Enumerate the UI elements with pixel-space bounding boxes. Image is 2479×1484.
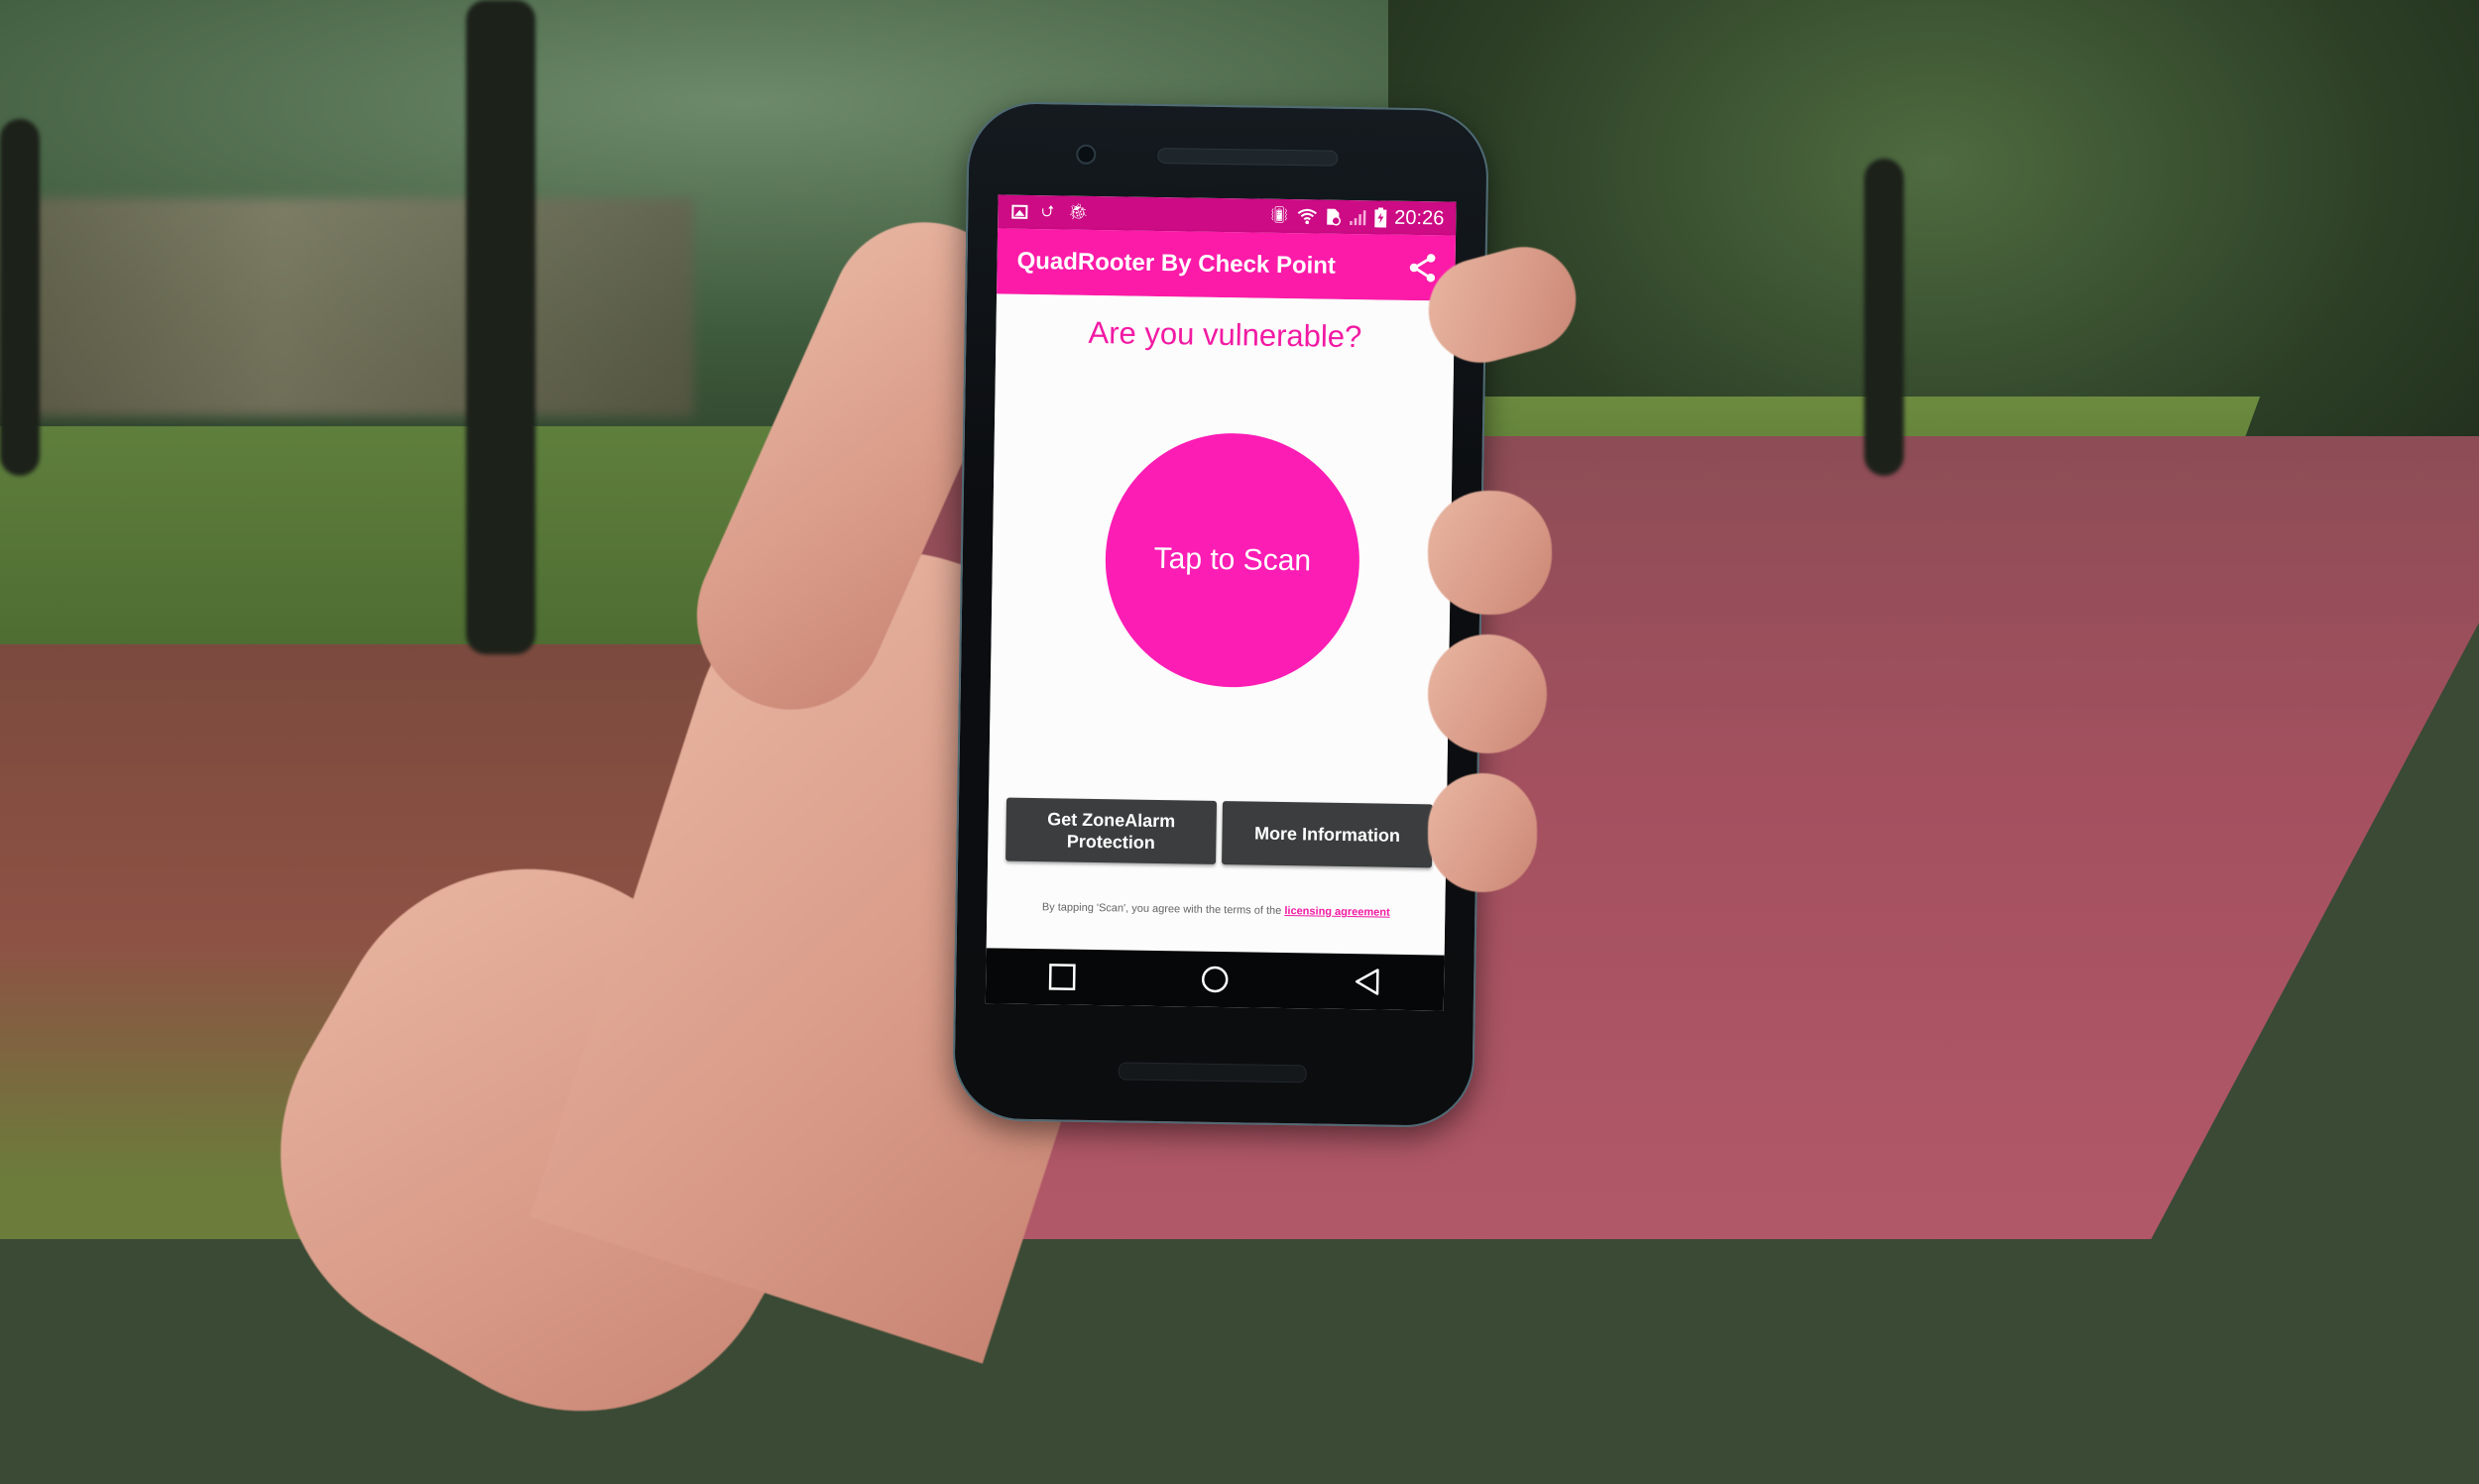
recents-icon (1048, 964, 1076, 990)
recents-button[interactable] (1042, 957, 1083, 997)
earpiece-speaker (1157, 147, 1339, 167)
share-icon[interactable] (1405, 251, 1440, 285)
legal-notice: By tapping 'Scan', you agree with the te… (987, 900, 1445, 919)
tap-to-scan-button[interactable]: Tap to Scan (1103, 431, 1361, 690)
image-notification-icon (1011, 204, 1028, 219)
button-label-line2: Protection (1066, 831, 1156, 853)
hand-finger (1428, 773, 1537, 892)
status-clock: 20:26 (1394, 206, 1445, 229)
get-zonealarm-protection-button[interactable]: Get ZoneAlarm Protection (1005, 797, 1218, 864)
wifi-icon (1297, 208, 1317, 225)
phone-screen: ⮍ 🐞︎ 📳︎ 20:26 QuadRooter By Check Point … (985, 194, 1457, 1011)
tree-trunk (0, 119, 40, 476)
back-button[interactable] (1348, 962, 1388, 1002)
android-debug-icon: 🐞︎ (1068, 203, 1089, 221)
app-bar: QuadRooter By Check Point (997, 228, 1457, 301)
usb-icon: ⮍ (1041, 203, 1055, 221)
sim-card-error-icon (1327, 208, 1341, 226)
smartphone: ⮍ 🐞︎ 📳︎ 20:26 QuadRooter By Check Point … (951, 100, 1490, 1129)
home-button[interactable] (1195, 960, 1236, 1000)
navigation-bar (985, 948, 1445, 1011)
action-buttons: Get ZoneAlarm Protection More Informatio… (1005, 797, 1434, 868)
tree-trunk (466, 0, 535, 654)
app-title: QuadRooter By Check Point (1016, 247, 1337, 280)
headline: Are you vulnerable? (1088, 314, 1362, 355)
hand-finger (1428, 491, 1552, 615)
more-information-button[interactable]: More Information (1222, 801, 1434, 868)
bottom-speaker (1118, 1062, 1307, 1084)
button-label-line1: Get ZoneAlarm (1047, 809, 1176, 832)
vibrate-icon: 📳︎ (1268, 206, 1290, 225)
main-content: Are you vulnerable? Tap to Scan Get Zone… (986, 293, 1455, 956)
back-icon (1355, 969, 1379, 995)
legal-text: By tapping 'Scan', you agree with the te… (1041, 901, 1282, 917)
front-camera (1076, 144, 1097, 165)
home-icon (1201, 966, 1229, 993)
licensing-agreement-link[interactable]: licensing agreement (1284, 905, 1390, 919)
battery-charging-icon (1374, 207, 1387, 228)
hand-finger (1428, 634, 1547, 753)
signal-icon (1350, 210, 1366, 226)
background-building (0, 198, 694, 416)
tree-trunk (1864, 159, 1904, 476)
